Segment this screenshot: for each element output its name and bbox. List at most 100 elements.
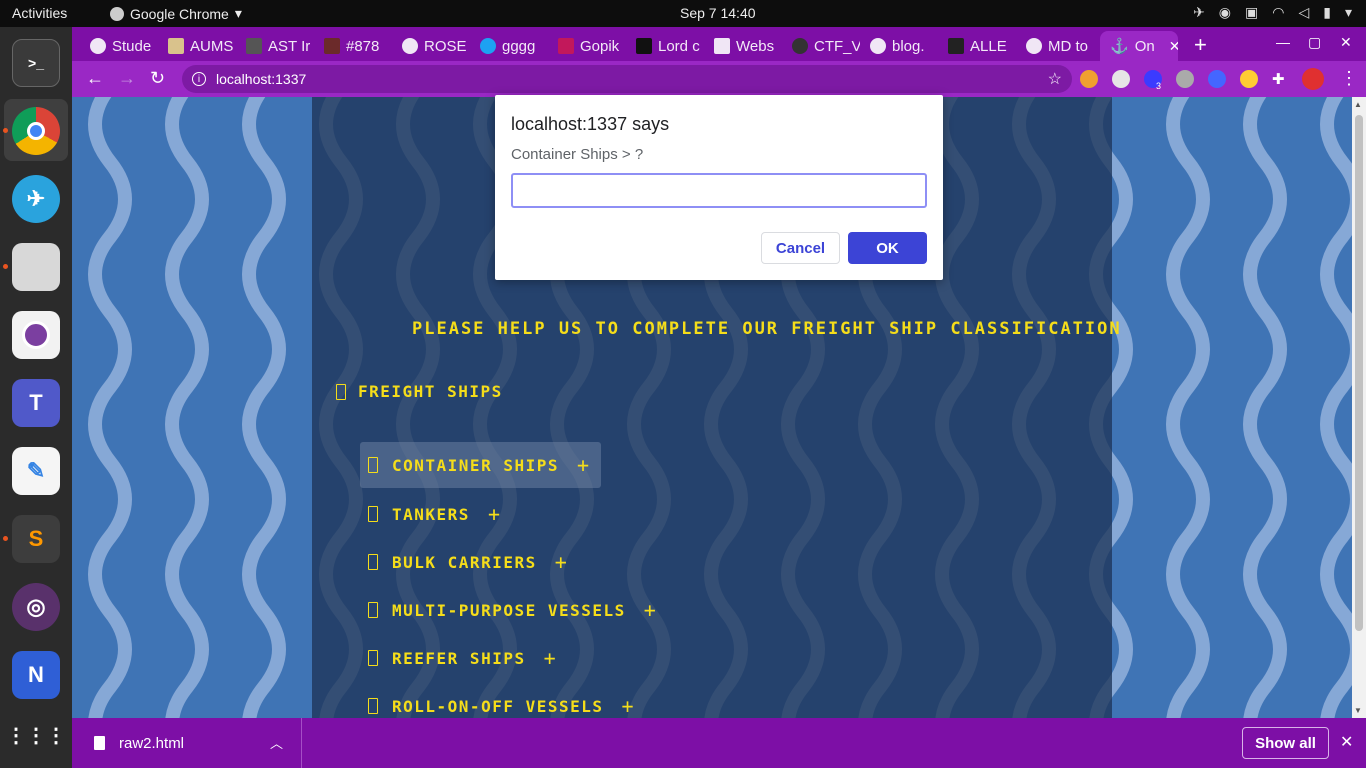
show-all-button[interactable]: Show all [1242, 727, 1329, 759]
checkbox-icon[interactable] [336, 383, 346, 400]
maximize-button[interactable]: ▢ [1308, 34, 1321, 51]
text-editor-icon[interactable]: ✎ [12, 447, 60, 495]
extension-icon[interactable] [1208, 70, 1226, 88]
system-tray[interactable]: ✈ ◉ ▣ ◠ ◁ ▮ ▾ [1193, 4, 1352, 21]
close-window-button[interactable]: ✕ [1340, 34, 1352, 51]
tor-browser-icon[interactable]: ◎ [12, 583, 60, 631]
profile-avatar[interactable] [1302, 68, 1324, 90]
tree-item-roll-on-off-vessels[interactable]: ROLL-ON-OFF VESSELS + [360, 683, 645, 718]
back-button[interactable]: ← [86, 68, 104, 89]
tree-item-container-ships[interactable]: CONTAINER SHIPS + [360, 442, 601, 488]
forward-button[interactable]: → [118, 68, 136, 89]
tab-label: CTF_V [814, 37, 860, 55]
prompt-input[interactable] [511, 173, 927, 208]
plus-icon[interactable]: + [544, 646, 558, 670]
tree-item-tankers[interactable]: TANKERS + [360, 491, 511, 537]
ok-button[interactable]: OK [848, 232, 927, 264]
chevron-down-icon[interactable]: ▾ [1345, 4, 1352, 21]
tab[interactable]: gggg [470, 31, 548, 61]
extension-icon[interactable] [1112, 70, 1130, 88]
minimize-button[interactable]: — [1276, 34, 1290, 50]
tab[interactable]: ALLE [938, 31, 1016, 61]
activities-button[interactable]: Activities [12, 5, 67, 21]
plus-icon[interactable]: + [577, 453, 591, 477]
favicon-icon [324, 38, 340, 54]
tree-root[interactable]: FREIGHT SHIPS [336, 382, 503, 401]
tab[interactable]: AUMS [158, 31, 236, 61]
close-icon[interactable]: ✕ [1340, 732, 1353, 752]
scrollbar-thumb[interactable] [1355, 115, 1363, 631]
tab-active[interactable]: ⚓ On ✕ [1100, 31, 1178, 61]
scroll-up-arrow-icon[interactable]: ▲ [1354, 100, 1362, 109]
tab-label: Gopik [580, 37, 620, 55]
chrome-icon[interactable] [12, 107, 60, 155]
tab[interactable]: ROSE [392, 31, 470, 61]
checkbox-icon[interactable] [368, 650, 378, 666]
bookmark-star-icon[interactable]: ☆ [1048, 69, 1062, 89]
clock[interactable]: Sep 7 14:40 [680, 5, 756, 21]
app-menu[interactable]: Google Chrome ▾ [110, 5, 242, 22]
battery-icon[interactable]: ▮ [1323, 4, 1331, 21]
menu-icon[interactable]: ⋮ [1340, 68, 1358, 89]
notion-like-icon[interactable]: N [12, 651, 60, 699]
tree-item-bulk-carriers[interactable]: BULK CARRIERS + [360, 539, 578, 585]
tab[interactable]: Gopik [548, 31, 626, 61]
page-heading: PLEASE HELP US TO COMPLETE OUR FREIGHT S… [412, 319, 1122, 339]
reload-button[interactable]: ↻ [150, 68, 165, 89]
sublime-text-icon[interactable]: S [12, 515, 60, 563]
tab[interactable]: Stude [80, 31, 158, 61]
tab[interactable]: MD to [1016, 31, 1094, 61]
teams-tray-icon[interactable]: ▣ [1245, 4, 1258, 21]
info-icon[interactable]: i [192, 72, 206, 86]
discord-tray-icon[interactable]: ◉ [1219, 4, 1231, 21]
cookie-extension-icon[interactable] [1080, 70, 1098, 88]
tab[interactable]: CTF_V [782, 31, 860, 61]
close-icon[interactable]: ✕ [1169, 38, 1178, 55]
tab[interactable]: Lord c [626, 31, 704, 61]
tab-label: AST Ir [268, 37, 311, 55]
volume-icon[interactable]: ◁ [1298, 4, 1309, 21]
checkbox-icon[interactable] [368, 554, 378, 570]
dialog-message: Container Ships > ? [511, 146, 644, 163]
terminal-icon[interactable]: >_ [12, 39, 60, 87]
plus-icon[interactable]: + [622, 694, 636, 718]
checkbox-icon[interactable] [368, 602, 378, 618]
address-bar[interactable]: i localhost:1337 ☆ [182, 65, 1072, 93]
tab-label: On [1134, 37, 1155, 55]
files-icon[interactable] [12, 243, 60, 291]
tree-item-label: CONTAINER SHIPS [392, 455, 559, 475]
extension-icon[interactable] [1176, 70, 1194, 88]
plus-icon[interactable]: + [488, 502, 502, 526]
chevron-down-icon: ▾ [234, 5, 242, 21]
screenshot-icon[interactable] [12, 311, 60, 359]
plus-icon[interactable]: + [555, 550, 569, 574]
tree-item-reefer-ships[interactable]: REEFER SHIPS + [360, 635, 567, 681]
tab[interactable]: #878 [314, 31, 392, 61]
teams-icon[interactable]: T [12, 379, 60, 427]
checkbox-icon[interactable] [368, 506, 378, 522]
download-item[interactable]: raw2.html ︿ [72, 718, 302, 768]
puzzle-icon[interactable]: ✚ [1272, 70, 1290, 88]
page-scrollbar[interactable]: ▲ ▼ [1352, 97, 1366, 718]
telegram-icon[interactable]: ✈ [12, 175, 60, 223]
extension-icon[interactable] [1240, 70, 1258, 88]
plus-icon[interactable]: + [644, 598, 658, 622]
prompt-dialog: localhost:1337 says Container Ships > ? … [495, 95, 943, 280]
checkbox-icon[interactable] [368, 698, 378, 714]
tab-label: #878 [346, 37, 380, 55]
checkbox-icon[interactable] [368, 457, 378, 473]
telegram-tray-icon[interactable]: ✈ [1193, 4, 1205, 21]
tree-item-multi-purpose-vessels[interactable]: MULTI-PURPOSE VESSELS + [360, 587, 667, 633]
tab[interactable]: blog. [860, 31, 938, 61]
running-indicator [3, 128, 8, 133]
cancel-button[interactable]: Cancel [761, 232, 840, 264]
tab[interactable]: Webs [704, 31, 782, 61]
show-applications-icon[interactable]: ⋮⋮⋮ [6, 711, 66, 759]
chrome-app-icon [110, 6, 124, 21]
new-tab-button[interactable]: + [1194, 32, 1207, 58]
dialog-title: localhost:1337 says [511, 114, 670, 134]
tab[interactable]: AST Ir [236, 31, 314, 61]
scroll-down-arrow-icon[interactable]: ▼ [1354, 706, 1362, 715]
wifi-icon[interactable]: ◠ [1272, 4, 1284, 21]
chevron-up-icon[interactable]: ︿ [270, 733, 283, 752]
